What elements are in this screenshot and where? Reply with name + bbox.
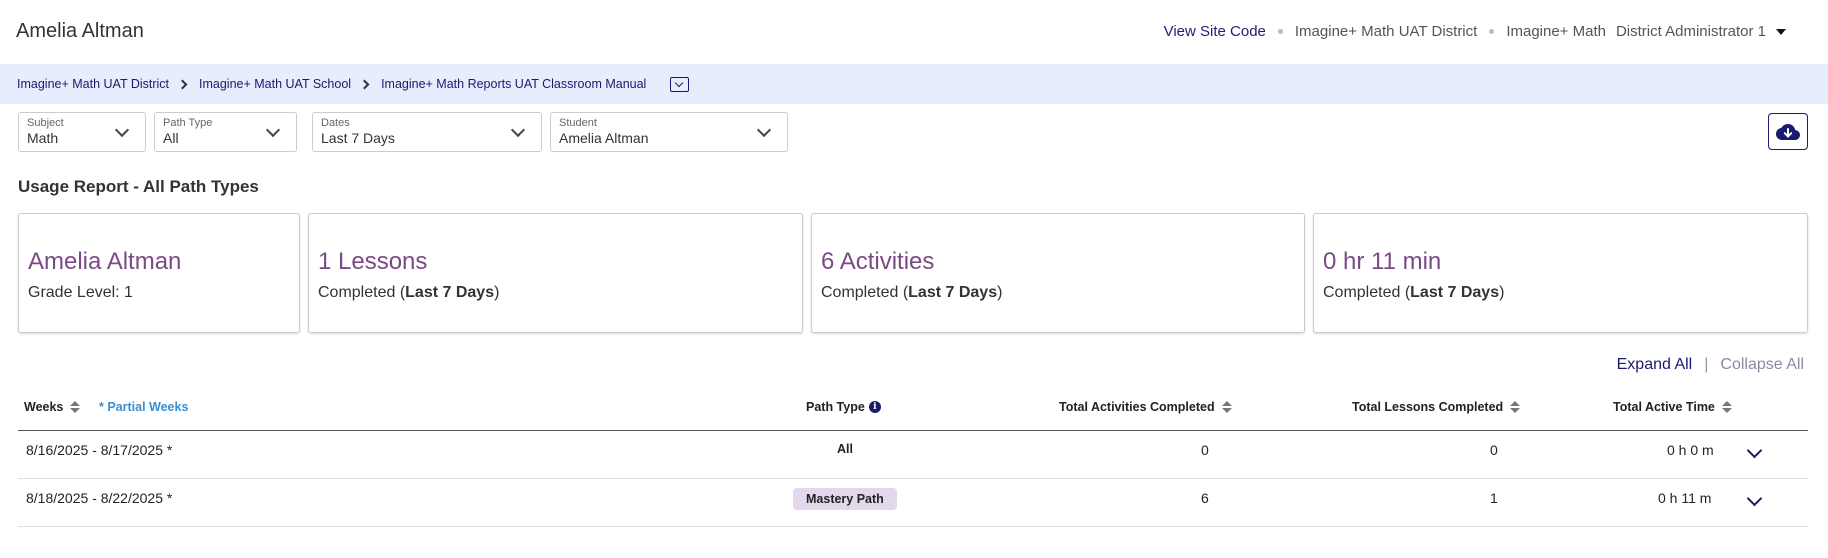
dates-label: Dates (321, 117, 350, 129)
top-bar: Amelia Altman View Site Code Imagine+ Ma… (0, 0, 1828, 64)
nav-separator (1277, 29, 1283, 34)
activities-card: 6 Activities Completed (Last 7 Days) (811, 213, 1305, 333)
activities-header[interactable]: Total Activities Completed (1059, 400, 1232, 414)
dates-value: Last 7 Days (321, 130, 395, 146)
lessons-cell: 1 (1490, 490, 1498, 506)
divider: | (1704, 356, 1709, 373)
week-range: 8/16/2025 - 8/17/2025 * (26, 442, 173, 458)
top-nav: View Site Code Imagine+ Math UAT Distric… (1164, 23, 1786, 40)
activities-count: 6 Activities (821, 248, 935, 275)
path-type-cell: All (837, 442, 853, 456)
sort-icon[interactable] (70, 401, 81, 413)
student-label: Student (559, 117, 597, 129)
partial-weeks-note: * Partial Weeks (99, 400, 189, 414)
usage-table: Weeks * Partial Weeks Path Type i Total … (18, 390, 1808, 527)
path-type-header: Path Type i (806, 400, 881, 414)
chevron-down-icon[interactable] (1746, 442, 1763, 459)
lessons-count: 1 Lessons (318, 248, 428, 275)
time-cell: 0 h 0 m (1667, 442, 1714, 458)
lessons-header[interactable]: Total Lessons Completed (1352, 400, 1521, 414)
student-select[interactable]: Student Amelia Altman (550, 112, 788, 152)
path-type-select[interactable]: Path Type All (154, 112, 297, 152)
sort-icon[interactable] (1721, 401, 1732, 413)
download-button[interactable] (1768, 113, 1808, 150)
lessons-card: 1 Lessons Completed (Last 7 Days) (308, 213, 803, 333)
expand-all-link[interactable]: Expand All (1617, 356, 1693, 374)
time-cell: 0 h 11 m (1658, 490, 1712, 506)
collapse-toggle-icon[interactable] (670, 76, 690, 92)
report-title: Usage Report - All Path Types (18, 177, 259, 196)
grade-level: Grade Level: 1 (28, 284, 133, 301)
student-value: Amelia Altman (559, 130, 649, 146)
caret-down-icon[interactable] (1776, 28, 1786, 35)
chevron-down-icon[interactable] (1746, 490, 1763, 507)
breadcrumb-district[interactable]: Imagine+ Math UAT District (17, 77, 169, 91)
table-row[interactable]: 8/16/2025 - 8/17/2025 * All 0 0 0 h 0 m (18, 431, 1808, 479)
table-row[interactable]: 8/18/2025 - 8/22/2025 * Mastery Path 6 1… (18, 479, 1808, 527)
expand-collapse-controls: Expand All | Collapse All (1617, 356, 1804, 374)
chevron-right-icon (359, 79, 370, 89)
time-card: 0 hr 11 min Completed (Last 7 Days) (1313, 213, 1808, 333)
time-subtitle: Completed (Last 7 Days) (1323, 284, 1505, 301)
week-range: 8/18/2025 - 8/22/2025 * (26, 490, 173, 506)
breadcrumb-classroom[interactable]: Imagine+ Math Reports UAT Classroom Manu… (381, 77, 646, 91)
activities-cell: 0 (1201, 442, 1209, 458)
activities-cell: 6 (1201, 490, 1209, 506)
subject-select[interactable]: Subject Math (18, 112, 146, 152)
product-name: Imagine+ Math (1506, 23, 1606, 40)
sort-icon[interactable] (1221, 401, 1232, 413)
district-name: Imagine+ Math UAT District (1294, 23, 1478, 40)
chevron-right-icon (177, 79, 188, 89)
time-header[interactable]: Total Active Time (1613, 400, 1732, 414)
breadcrumb-school[interactable]: Imagine+ Math UAT School (199, 77, 351, 91)
path-type-badge: Mastery Path (793, 488, 897, 510)
weeks-header[interactable]: Weeks (24, 400, 81, 414)
page-title: Amelia Altman (16, 20, 144, 42)
view-site-code-link[interactable]: View Site Code (1164, 23, 1266, 40)
dates-select[interactable]: Dates Last 7 Days (312, 112, 542, 152)
info-icon[interactable]: i (868, 401, 881, 413)
sort-icon[interactable] (1510, 401, 1521, 413)
table-header: Weeks * Partial Weeks Path Type i Total … (18, 390, 1808, 431)
breadcrumb: Imagine+ Math UAT District Imagine+ Math… (0, 64, 1828, 104)
active-time: 0 hr 11 min (1323, 248, 1442, 275)
student-name: Amelia Altman (28, 248, 182, 275)
user-menu[interactable]: District Administrator 1 (1616, 23, 1766, 40)
lessons-cell: 0 (1490, 442, 1498, 458)
student-card: Amelia Altman Grade Level: 1 (18, 213, 300, 333)
cloud-download-icon (1776, 123, 1800, 140)
activities-subtitle: Completed (Last 7 Days) (821, 284, 1003, 301)
lessons-subtitle: Completed (Last 7 Days) (318, 284, 500, 301)
collapse-all-link[interactable]: Collapse All (1720, 356, 1804, 374)
nav-separator (1489, 29, 1495, 34)
